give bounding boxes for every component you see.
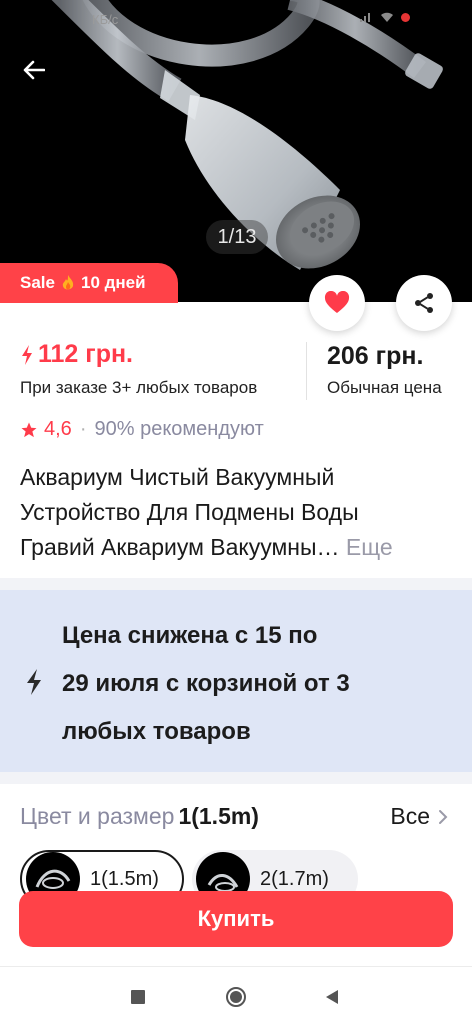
- product-photo: [51, 0, 443, 270]
- fire-icon: [62, 275, 74, 290]
- lightning-icon: [22, 344, 32, 365]
- heart-icon: [324, 291, 350, 313]
- sale-badge: Sale 10 дней: [0, 263, 178, 303]
- price-block: 112 грн. При заказе 3+ любых товаров 206…: [20, 340, 460, 402]
- discount-line: любых товаров: [62, 718, 251, 745]
- sale-label: Sale: [20, 273, 55, 292]
- title-line: Аквариум Чистый Вакуумный: [20, 464, 335, 490]
- product-image-gallery[interactable]: КБ/с 1/13: [0, 0, 472, 302]
- sku-all-button[interactable]: Все: [390, 803, 448, 830]
- sku-all-label: Все: [390, 803, 430, 829]
- recent-apps-button[interactable]: [124, 983, 152, 1011]
- wifi-icon: [381, 12, 393, 22]
- favorite-button[interactable]: [309, 275, 365, 331]
- promo-condition: При заказе 3+ любых товаров: [20, 378, 258, 397]
- image-counter: 1/13: [206, 220, 268, 254]
- square-icon: [131, 990, 145, 1004]
- sku-label-text: Цвет и размер: [20, 803, 175, 829]
- status-bar: КБ/с: [0, 8, 472, 30]
- star-icon: [21, 422, 37, 437]
- rating-separator: ·: [79, 418, 87, 440]
- title-line: Устройство Для Подмены Воды: [20, 499, 359, 525]
- rating-row[interactable]: 4,6 · 90% рекомендуют: [20, 418, 264, 441]
- recommend-percent: 90% рекомендуют: [94, 418, 264, 440]
- discount-line: 29 июля с корзиной от 3: [62, 670, 350, 697]
- discount-line: Цена снижена с 15 по: [62, 622, 318, 649]
- triangle-left-icon: [326, 990, 338, 1004]
- sku-selected-value: 1(1.5m): [178, 803, 259, 829]
- system-nav-bar: [0, 966, 472, 1024]
- signal-icon: [360, 13, 370, 22]
- rating-value: 4,6: [44, 418, 72, 440]
- network-speed: КБ/с: [92, 12, 119, 27]
- buy-button[interactable]: Купить: [19, 891, 453, 947]
- price-divider: [306, 342, 307, 400]
- share-icon: [415, 293, 433, 313]
- sku-label: Цвет и размер 1(1.5m): [20, 803, 259, 830]
- section-separator: [0, 578, 472, 590]
- discount-text: Цена снижена с 15 по 29 июля с корзиной …: [62, 612, 442, 756]
- promo-price: 112 грн.: [20, 340, 133, 369]
- regular-price-label: Обычная цена: [327, 378, 442, 397]
- circle-icon: [226, 987, 246, 1007]
- sku-option-label: 2(1.7m): [260, 867, 329, 890]
- chevron-right-icon: [439, 809, 448, 824]
- share-button[interactable]: [396, 275, 452, 331]
- title-line: Гравий Аквариум Вакуумны… Еще: [20, 530, 460, 565]
- regular-price: 206 грн.: [327, 342, 424, 370]
- section-separator: [0, 772, 472, 784]
- lightning-icon: [27, 669, 41, 695]
- home-button[interactable]: [222, 983, 250, 1011]
- sale-days: 10 дней: [80, 273, 146, 292]
- promo-price-value: 112 грн.: [38, 340, 134, 368]
- title-line-text: Гравий Аквариум Вакуумны…: [20, 534, 340, 560]
- product-title: Аквариум Чистый Вакуумный Устройство Для…: [20, 460, 460, 565]
- status-icons: [359, 11, 410, 23]
- arrow-left-icon: [23, 60, 45, 80]
- back-button[interactable]: [14, 50, 54, 90]
- sku-option-label: 1(1.5m): [90, 867, 159, 890]
- notification-dot: [401, 12, 410, 22]
- system-back-button[interactable]: [318, 983, 346, 1011]
- more-link[interactable]: Еще: [346, 534, 393, 560]
